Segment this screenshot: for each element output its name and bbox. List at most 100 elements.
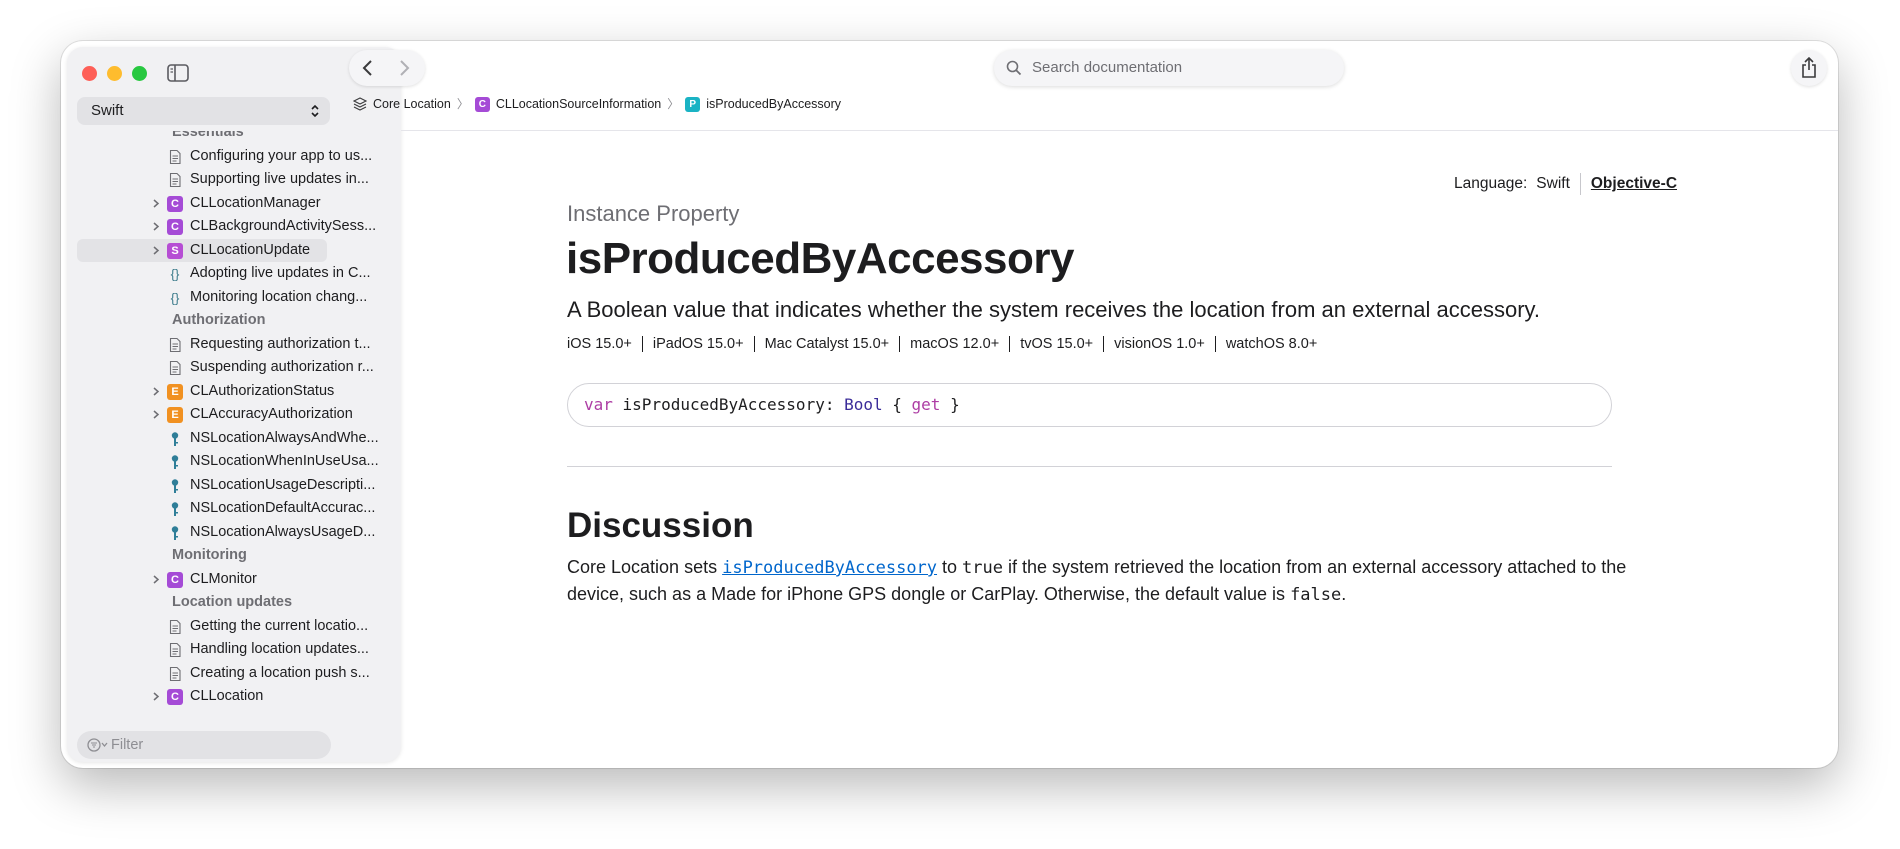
sidebar-item[interactable]: NSLocationUsageDescripti... — [67, 474, 401, 497]
code-keyword: var — [584, 395, 613, 414]
sidebar-item[interactable]: Supporting live updates in... — [67, 168, 401, 191]
sidebar-item[interactable]: Configuring your app to us... — [67, 145, 401, 168]
sidebar-item[interactable]: C CLBackgroundActivitySess... — [67, 215, 401, 238]
breadcrumb-item-source-information[interactable]: CLLocationSourceInformation — [496, 93, 661, 115]
disclosure-chevron-icon[interactable] — [151, 215, 161, 238]
filter-placeholder: Filter — [111, 737, 144, 753]
discussion-text-run: . — [1341, 584, 1347, 604]
filter-icon — [87, 738, 108, 752]
zoom-window-button[interactable] — [132, 66, 147, 81]
language-option-objc[interactable]: Objective-C — [1591, 174, 1677, 194]
class-badge-icon: C — [167, 571, 183, 588]
svg-text:{}: {} — [171, 267, 180, 282]
symbol-link[interactable]: isProducedByAccessory — [722, 558, 937, 578]
breadcrumb-item-current[interactable]: isProducedByAccessory — [706, 93, 841, 115]
sidebar-item-label: CLAccuracyAuthorization — [190, 406, 353, 422]
platform-divider — [641, 336, 643, 352]
platform-version: iOS 15.0+ — [567, 336, 632, 352]
breadcrumb: Core Location 〉 C CLLocationSourceInform… — [353, 93, 841, 115]
sidebar-item[interactable]: Handling location updates... — [67, 638, 401, 661]
sidebar-item[interactable]: NSLocationDefaultAccurac... — [67, 497, 401, 520]
forward-button[interactable] — [397, 59, 411, 77]
property-list-key-icon — [171, 431, 179, 446]
sidebar-item[interactable]: C CLMonitor — [67, 568, 401, 591]
sample-code-icon: {} — [171, 290, 180, 305]
platform-divider — [753, 336, 755, 352]
close-window-button[interactable] — [82, 66, 97, 81]
sidebar-item[interactable]: NSLocationAlwaysUsageD... — [67, 521, 401, 544]
back-button[interactable] — [361, 59, 375, 77]
sidebar-item[interactable]: Suspending authorization r... — [67, 356, 401, 379]
sidebar-section-heading: Authorization — [172, 312, 266, 328]
share-button[interactable] — [1791, 50, 1827, 86]
disclosure-chevron-icon[interactable] — [151, 380, 161, 403]
sidebar-item-label: Monitoring location chang... — [190, 288, 368, 305]
main-content: Language: Swift Objective-C Instance Pro… — [401, 131, 1838, 768]
code-keyword: get — [911, 395, 941, 414]
code-brace: { — [882, 395, 912, 414]
sidebar-item-label: NSLocationWhenInUseUsa... — [190, 453, 379, 469]
filter-input[interactable]: Filter — [77, 731, 331, 759]
sidebar-item[interactable]: E CLAuthorizationStatus — [67, 380, 401, 403]
platform-divider — [1103, 336, 1105, 352]
sidebar-item[interactable]: Requesting authorization t... — [67, 333, 401, 356]
language-option-swift[interactable]: Swift — [1536, 174, 1570, 194]
sidebar-item[interactable]: NSLocationWhenInUseUsa... — [67, 450, 401, 473]
enum-badge-icon: E — [167, 407, 183, 423]
sidebar: Swift Essentials Configuring your app to … — [67, 47, 401, 762]
sidebar-item[interactable]: {} Adopting live updates in C... — [67, 262, 401, 285]
sidebar-item-label: Getting the current locatio... — [190, 617, 369, 634]
disclosure-chevron-icon[interactable] — [151, 568, 161, 591]
disclosure-chevron-icon[interactable] — [151, 403, 161, 426]
sidebar-item[interactable]: Getting the current locatio... — [67, 615, 401, 638]
property-list-key-icon — [171, 478, 179, 493]
platform-version: watchOS 8.0+ — [1225, 336, 1318, 352]
sidebar-item[interactable]: C CLLocationManager — [67, 192, 401, 215]
language-label: Language: — [1454, 175, 1528, 192]
chevron-up-down-icon — [311, 104, 319, 118]
sidebar-section-heading: Monitoring — [172, 547, 247, 563]
sidebar-item-label: CLLocation — [190, 688, 264, 704]
inline-code-false: false — [1290, 585, 1342, 605]
sidebar-item-label: NSLocationDefaultAccurac... — [190, 500, 376, 516]
minimize-window-button[interactable] — [107, 66, 122, 81]
article-icon — [169, 172, 181, 188]
article-icon — [169, 337, 181, 352]
sidebar-item-label: CLLocationManager — [190, 194, 321, 211]
language-select[interactable]: Swift — [77, 97, 330, 125]
breadcrumb-item-core-location[interactable]: Core Location — [373, 93, 451, 115]
disclosure-chevron-icon[interactable] — [151, 239, 161, 262]
sidebar-item[interactable]: E CLAccuracyAuthorization — [67, 403, 401, 426]
declaration-code: var isProducedByAccessory: Bool { get } — [567, 383, 1612, 427]
discussion-text-run: to — [937, 557, 963, 577]
disclosure-chevron-icon[interactable] — [151, 685, 161, 708]
code-brace: } — [940, 395, 960, 414]
sidebar-item[interactable]: C CLLocation — [67, 685, 401, 708]
class-badge-icon: C — [167, 195, 183, 212]
disclosure-chevron-icon[interactable] — [151, 192, 161, 215]
search-icon — [1006, 60, 1022, 76]
sidebar-item[interactable]: NSLocationAlwaysAndWhe... — [67, 427, 401, 450]
property-list-key-icon — [171, 455, 179, 469]
code-type: Bool — [844, 395, 883, 414]
platform-divider — [1009, 336, 1011, 352]
search-input[interactable]: Search documentation — [994, 50, 1344, 86]
sidebar-item[interactable]: Creating a location push s... — [67, 662, 401, 685]
sidebar-toggle-icon[interactable] — [167, 64, 189, 82]
platform-version: visionOS 1.0+ — [1114, 336, 1205, 352]
sidebar-item[interactable]: S CLLocationUpdate — [77, 238, 327, 262]
platform-divider — [899, 336, 901, 352]
sidebar-item[interactable]: {} Monitoring location chang... — [67, 286, 401, 309]
sidebar-item-label: Requesting authorization t... — [190, 335, 371, 352]
sidebar-item-label: Configuring your app to us... — [190, 147, 373, 164]
language-select-value: Swift — [91, 102, 124, 119]
sidebar-item-label: CLBackgroundActivitySess... — [190, 218, 377, 234]
code-identifier: isProducedByAccessory: — [612, 395, 845, 414]
app-window: Swift Essentials Configuring your app to … — [61, 41, 1838, 768]
platform-availability: iOS 15.0+ iPadOS 15.0+ Mac Catalyst 15.0+ m… — [567, 336, 1317, 352]
class-badge-icon: C — [474, 96, 490, 112]
discussion-text: Core Location sets isProducedByAccessory… — [567, 554, 1627, 608]
enum-badge-icon: E — [167, 383, 183, 400]
page-title: isProducedByAccessory — [566, 234, 1074, 283]
navigator-list: Essentials Configuring your app to us... S… — [67, 131, 401, 721]
